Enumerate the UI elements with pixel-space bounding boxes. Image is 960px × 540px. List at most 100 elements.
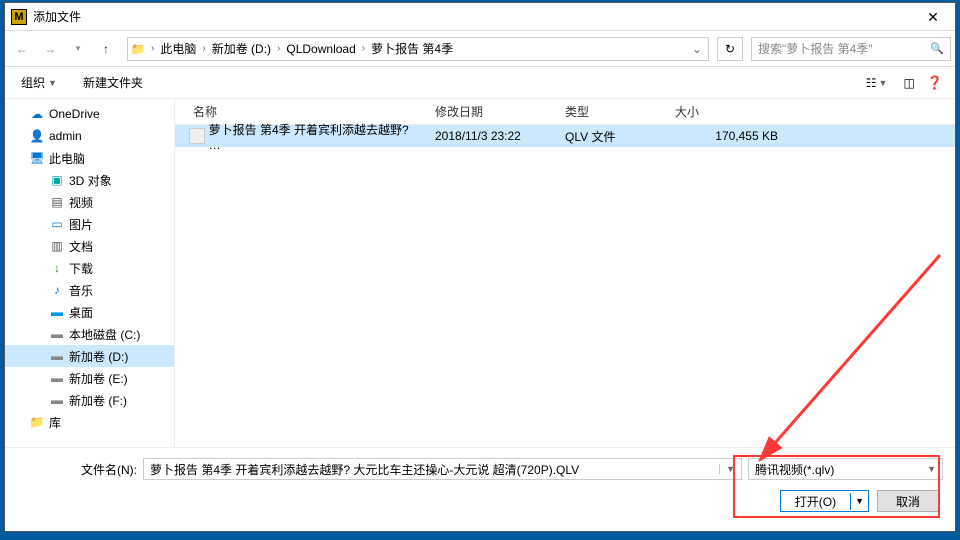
file-type-filter[interactable]: 腾讯视频(*.qlv) ▼	[748, 458, 943, 480]
col-size[interactable]: 大小	[667, 103, 787, 120]
chevron-icon: ›	[359, 43, 368, 54]
tree-item[interactable]: ♪音乐	[5, 279, 174, 301]
chevron-down-icon[interactable]: ▼	[927, 464, 936, 474]
navbar: ← → ▾ ↑ 📁 › 此电脑 › 新加卷 (D:) › QLDownload …	[5, 31, 955, 67]
tree-item[interactable]: ▣3D 对象	[5, 169, 174, 191]
tree-item[interactable]: ▬本地磁盘 (C:)	[5, 323, 174, 345]
ico-pc-icon: 🖥	[29, 150, 45, 166]
new-folder-label: 新建文件夹	[83, 74, 143, 91]
breadcrumb-dropdown[interactable]: ⌄	[686, 42, 708, 56]
tree-label: 本地磁盘 (C:)	[69, 326, 140, 343]
file-open-dialog: M 添加文件 ✕ ← → ▾ ↑ 📁 › 此电脑 › 新加卷 (D:) › QL…	[4, 2, 956, 532]
breadcrumb-item[interactable]: 此电脑	[157, 38, 199, 60]
col-type[interactable]: 类型	[557, 103, 667, 120]
breadcrumb-item[interactable]: QLDownload	[283, 38, 358, 60]
file-name: 萝卜报告 第4季 开着宾利添越去越野? …	[209, 121, 418, 152]
col-date[interactable]: 修改日期	[427, 103, 557, 120]
folder-icon: 📁	[128, 42, 148, 56]
tree-label: 3D 对象	[69, 172, 112, 189]
new-folder-button[interactable]: 新建文件夹	[79, 71, 147, 94]
ico-pic-icon: ▭	[49, 216, 65, 232]
chevron-down-icon: ▼	[48, 78, 57, 88]
tree-label: 文档	[69, 238, 93, 255]
tree-label: admin	[49, 129, 82, 143]
tree-label: 桌面	[69, 304, 93, 321]
tree-item[interactable]: 📁库	[5, 411, 174, 433]
ico-video-icon: ▤	[49, 194, 65, 210]
organize-label: 组织	[21, 74, 45, 91]
ico-disk-icon: ▬	[49, 348, 65, 364]
cancel-button[interactable]: 取消	[877, 490, 939, 512]
tree-label: 新加卷 (F:)	[69, 392, 127, 409]
ico-music-icon: ♪	[49, 282, 65, 298]
tree-item[interactable]: ▬新加卷 (F:)	[5, 389, 174, 411]
chevron-down-icon[interactable]: ▼	[719, 464, 735, 474]
ico-lib-icon: 📁	[29, 414, 45, 430]
tree-label: 此电脑	[49, 150, 85, 167]
tree-item[interactable]: ☁ OneDrive	[5, 103, 174, 125]
refresh-button[interactable]: ↻	[717, 37, 743, 61]
view-mode-button[interactable]: ☷ ▼	[862, 74, 892, 92]
app-icon: M	[11, 9, 27, 25]
tree-item[interactable]: ▬新加卷 (E:)	[5, 367, 174, 389]
list-icon: ☷	[866, 76, 877, 90]
breadcrumb-item[interactable]: 新加卷 (D:)	[209, 38, 274, 60]
recent-dropdown[interactable]: ▾	[65, 36, 91, 62]
file-list: 名称 修改日期 类型 大小 萝卜报告 第4季 开着宾利添越去越野? …2018/…	[175, 99, 955, 447]
search-icon: 🔍	[930, 42, 944, 55]
tree-label: 音乐	[69, 282, 93, 299]
col-name[interactable]: 名称	[175, 103, 427, 120]
chevron-down-icon: ▼	[879, 78, 888, 88]
tree-item[interactable]: 🖥此电脑	[5, 147, 174, 169]
ico-disk-icon: ▬	[49, 392, 65, 408]
filter-value: 腾讯视频(*.qlv)	[755, 461, 834, 478]
ico-disk-icon: ▬	[49, 370, 65, 386]
file-size: 170,455 KB	[667, 129, 787, 143]
preview-pane-button[interactable]: ◫	[899, 74, 918, 92]
search-placeholder: 搜索"萝卜报告 第4季"	[758, 40, 873, 57]
dialog-body: ☁OneDrive👤admin🖥此电脑▣3D 对象▤视频▭图片▥文档↓下载♪音乐…	[5, 99, 955, 447]
ico-user-icon: 👤	[29, 128, 45, 144]
tree-item[interactable]: 👤 admin	[5, 125, 174, 147]
tree-label: 库	[49, 414, 61, 431]
tree-item[interactable]: ▥文档	[5, 235, 174, 257]
tree-label: 视频	[69, 194, 93, 211]
bottom-panel: 文件名(N): 萝卜报告 第4季 开着宾利添越去越野? 大元比车主还操心-大元说…	[5, 447, 955, 524]
tree-item[interactable]: ▤视频	[5, 191, 174, 213]
open-label: 打开(O)	[781, 493, 851, 510]
breadcrumb-item[interactable]: 萝卜报告 第4季	[368, 38, 456, 60]
preview-icon: ◫	[903, 76, 914, 90]
back-button[interactable]: ←	[9, 36, 35, 62]
sidebar: ☁OneDrive👤admin🖥此电脑▣3D 对象▤视频▭图片▥文档↓下载♪音乐…	[5, 99, 175, 447]
breadcrumb[interactable]: 📁 › 此电脑 › 新加卷 (D:) › QLDownload › 萝卜报告 第…	[127, 37, 709, 61]
tree-item[interactable]: ▬桌面	[5, 301, 174, 323]
tree-label: 新加卷 (D:)	[69, 348, 128, 365]
ico-doc-icon: ▥	[49, 238, 65, 254]
tree-label: OneDrive	[49, 107, 100, 121]
open-button[interactable]: 打开(O) ▼	[780, 490, 869, 512]
up-button[interactable]: ↑	[93, 36, 119, 62]
ico-3d-icon: ▣	[49, 172, 65, 188]
ico-onedrive-icon: ☁	[29, 106, 45, 122]
window-title: 添加文件	[33, 8, 911, 25]
filename-label: 文件名(N):	[17, 461, 137, 478]
close-button[interactable]: ✕	[911, 3, 955, 31]
search-input[interactable]: 搜索"萝卜报告 第4季" 🔍	[751, 37, 951, 61]
filename-value: 萝卜报告 第4季 开着宾利添越去越野? 大元比车主还操心-大元说 超清(720P…	[150, 461, 579, 478]
file-type: QLV 文件	[557, 128, 667, 145]
tree-label: 新加卷 (E:)	[69, 370, 128, 387]
ico-desktop-icon: ▬	[49, 304, 65, 320]
tree-item[interactable]: ▭图片	[5, 213, 174, 235]
chevron-down-icon[interactable]: ▼	[851, 496, 868, 506]
filename-input[interactable]: 萝卜报告 第4季 开着宾利添越去越野? 大元比车主还操心-大元说 超清(720P…	[143, 458, 742, 480]
tree-item[interactable]: ↓下载	[5, 257, 174, 279]
tree-item[interactable]: ▬新加卷 (D:)	[5, 345, 174, 367]
chevron-icon: ›	[199, 43, 208, 54]
forward-button[interactable]: →	[37, 36, 63, 62]
ico-download-icon: ↓	[49, 260, 65, 276]
file-icon	[189, 128, 205, 144]
file-row[interactable]: 萝卜报告 第4季 开着宾利添越去越野? …2018/11/3 23:22QLV …	[175, 125, 955, 147]
organize-menu[interactable]: 组织 ▼	[17, 71, 61, 94]
help-button[interactable]: ❓	[927, 75, 943, 91]
tree-label: 图片	[69, 216, 93, 233]
